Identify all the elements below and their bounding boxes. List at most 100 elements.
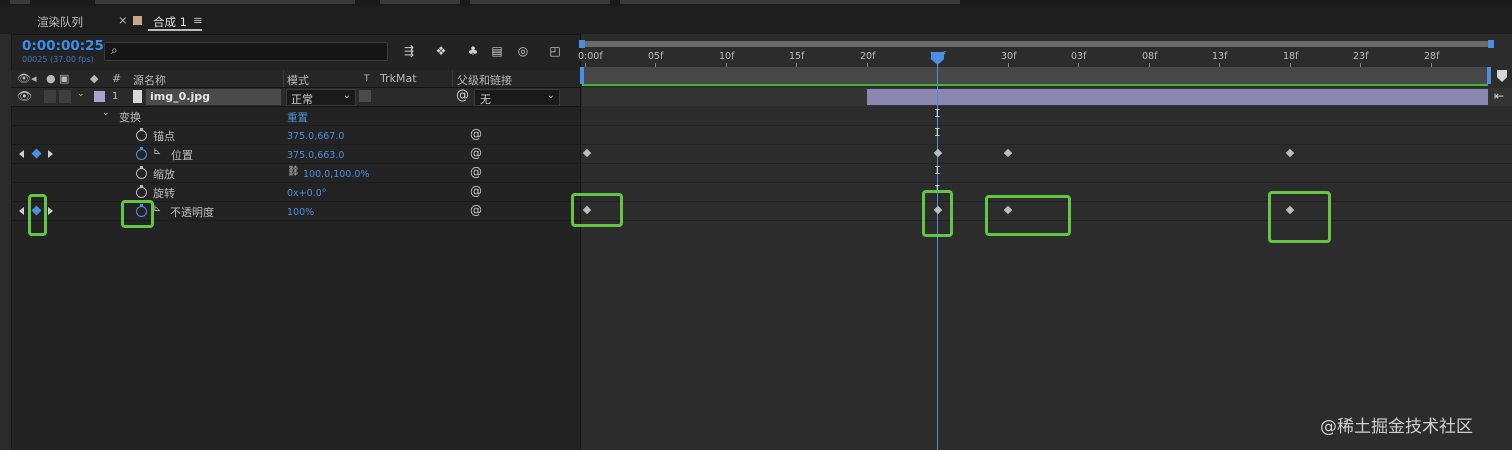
ruler-tick-label: 15f xyxy=(789,51,805,62)
ruler-tick-label: 05f xyxy=(648,51,664,62)
shy-layers-icon[interactable]: ♣ xyxy=(464,43,482,59)
pick-whip-icon[interactable]: @ xyxy=(470,184,482,198)
solo-icon[interactable]: ● xyxy=(46,72,56,85)
column-trkmat[interactable]: TrkMat xyxy=(380,72,417,85)
pick-whip-icon[interactable]: @ xyxy=(470,203,482,217)
watermark: @稀土掘金技术社区 xyxy=(1320,417,1473,437)
highlight-box xyxy=(985,195,1071,236)
visibility-eye-icon[interactable]: 👁 xyxy=(17,89,32,103)
layer-name: img_0.jpg xyxy=(150,90,210,103)
active-tab-indicator xyxy=(148,29,202,31)
column-source-name[interactable]: 源名称 xyxy=(133,72,166,88)
navigator-start-handle[interactable] xyxy=(579,40,585,48)
layer-duration-bar[interactable] xyxy=(867,89,1488,105)
image-file-icon xyxy=(133,90,142,103)
link-icon[interactable]: ⛓ xyxy=(287,166,300,177)
timeline-row xyxy=(582,145,1512,164)
chevron-down-icon: ⌄ xyxy=(342,90,351,101)
highlight-box xyxy=(1268,191,1331,243)
close-icon[interactable]: × xyxy=(118,13,128,27)
ruler-tick-label: 10f xyxy=(719,51,735,62)
solo-switch[interactable] xyxy=(59,90,71,103)
column-divider xyxy=(452,70,453,87)
ruler-tick-label: 20f xyxy=(860,51,876,62)
navigator-end-handle[interactable] xyxy=(1488,40,1494,48)
composition-flowchart-icon[interactable]: ⇶ xyxy=(400,43,418,59)
property-value-anchor[interactable]: 375.0,667.0 xyxy=(287,131,344,142)
previous-keyframe-icon[interactable] xyxy=(19,207,24,215)
column-divider xyxy=(283,70,284,87)
property-name-anchor: 锚点 xyxy=(153,130,175,143)
property-value-position[interactable]: 375.0,663.0 xyxy=(287,150,344,161)
work-area-start-handle[interactable] xyxy=(580,67,584,84)
draft-3d-icon[interactable]: ❖ xyxy=(432,43,450,59)
current-time-display[interactable]: 0:00:00:25 xyxy=(22,38,104,54)
pick-whip-icon[interactable]: @ xyxy=(456,88,469,103)
timeline-row xyxy=(582,164,1512,183)
time-navigator-bar[interactable] xyxy=(582,41,1490,47)
pick-whip-icon[interactable]: @ xyxy=(470,165,482,179)
property-name-scale: 缩放 xyxy=(153,168,175,181)
search-input[interactable]: ⌕ xyxy=(104,42,388,61)
expand-chevron-icon[interactable]: ⌄ xyxy=(77,89,85,99)
parent-dropdown[interactable]: 无 ⌄ xyxy=(474,89,560,106)
previous-keyframe-icon[interactable] xyxy=(19,150,24,158)
label-tag-icon[interactable]: ◆ xyxy=(90,72,98,85)
timeline-row xyxy=(582,107,1512,126)
pick-whip-icon[interactable]: @ xyxy=(470,127,482,141)
work-area-bar[interactable] xyxy=(582,67,1488,84)
highlight-box xyxy=(28,194,47,236)
motion-blur-icon[interactable]: ◎ xyxy=(514,43,532,59)
audio-switch[interactable] xyxy=(44,90,56,103)
eye-icon[interactable]: 👁 xyxy=(17,72,31,85)
transform-reset-link[interactable]: 重置 xyxy=(287,110,308,125)
graph-icon[interactable]: ⊾ xyxy=(153,146,161,157)
graph-icon[interactable]: ⊾ xyxy=(153,203,161,214)
next-keyframe-icon[interactable] xyxy=(48,150,53,158)
ruler-tick-label: 30f xyxy=(1001,51,1017,62)
property-value-scale[interactable]: 100.0,100.0% xyxy=(303,169,369,180)
label-color-swatch[interactable] xyxy=(94,91,105,102)
lock-icon[interactable]: ▣ xyxy=(59,72,69,85)
highlight-box xyxy=(571,193,623,227)
timeline-row xyxy=(582,126,1512,145)
tab-composition[interactable]: 合成 1 xyxy=(153,14,187,30)
column-t: T xyxy=(364,74,370,84)
property-value-rotation[interactable]: 0x+0.0° xyxy=(287,188,326,199)
column-mode[interactable]: 模式 xyxy=(287,72,309,88)
ruler-tick-label: 13f xyxy=(1212,51,1228,62)
mode-dropdown[interactable]: 正常 ⌄ xyxy=(286,89,356,106)
layer-index: 1 xyxy=(112,91,119,102)
stopwatch-icon[interactable] xyxy=(136,185,147,198)
tab-render-queue[interactable]: 渲染队列 xyxy=(37,14,83,30)
property-name-rotation: 旋转 xyxy=(153,187,175,200)
highlight-box xyxy=(922,190,953,237)
audio-icon[interactable]: ◂ xyxy=(31,72,37,85)
frame-rate-readout: 00025 (37.00 fps) xyxy=(22,55,94,64)
column-number: # xyxy=(112,72,122,85)
layer-end-icon[interactable]: ⇤ xyxy=(1494,89,1504,103)
property-value-opacity[interactable]: 100% xyxy=(287,207,314,218)
stopwatch-icon[interactable] xyxy=(136,128,147,141)
menu-icon[interactable]: ≡ xyxy=(193,13,203,27)
cached-frames-indicator xyxy=(582,84,1488,86)
stopwatch-icon[interactable] xyxy=(136,166,147,179)
stopwatch-icon[interactable] xyxy=(136,147,147,160)
ibeam-marker: I xyxy=(934,126,941,139)
frame-blending-icon[interactable]: ▤ xyxy=(488,43,506,59)
column-parent[interactable]: 父级和链接 xyxy=(457,72,512,88)
ibeam-marker: I xyxy=(934,107,941,120)
next-keyframe-icon[interactable] xyxy=(48,207,53,215)
ruler-tick-label: 0:00f xyxy=(578,51,603,62)
graph-editor-icon[interactable]: ◰ xyxy=(546,43,564,59)
pick-whip-icon[interactable]: @ xyxy=(470,146,482,160)
expand-chevron-icon[interactable]: ⌄ xyxy=(102,108,110,118)
chevron-down-icon: ⌄ xyxy=(546,90,555,101)
layer-name-field[interactable]: img_0.jpg xyxy=(146,89,281,105)
ruler-tick-label: 18f xyxy=(1283,51,1299,62)
highlight-box xyxy=(121,200,154,228)
work-area-end-handle[interactable] xyxy=(1487,67,1491,84)
panel-tab-bar xyxy=(0,6,1512,35)
preserve-transparency-toggle[interactable] xyxy=(359,90,371,102)
parent-value: 无 xyxy=(480,93,491,106)
